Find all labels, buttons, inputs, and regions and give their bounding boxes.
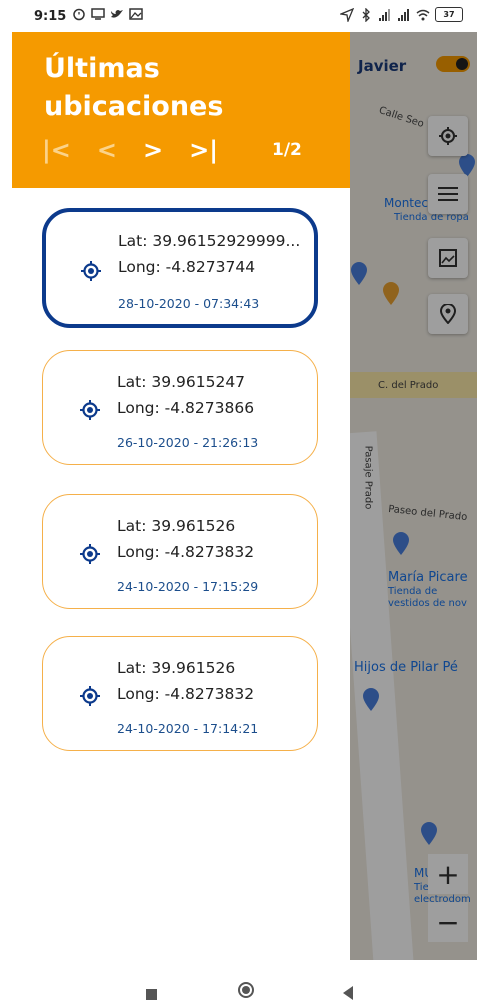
status-time: 9:15 — [34, 9, 67, 24]
back-button[interactable] — [343, 986, 353, 1000]
crosshair-icon — [80, 544, 100, 564]
next-page-button[interactable]: > — [143, 136, 163, 164]
drawer-scrim[interactable] — [350, 32, 477, 960]
latitude-text: Lat: 39.96152929999... — [118, 232, 301, 250]
alarm-icon — [73, 8, 85, 21]
image-icon — [129, 8, 143, 20]
location-arrow-icon — [340, 7, 354, 22]
timestamp-text: 24-10-2020 - 17:15:29 — [117, 579, 259, 594]
battery-icon: 37 — [435, 7, 463, 22]
previous-page-button[interactable]: < — [97, 136, 117, 164]
page-indicator: 1/2 — [272, 140, 302, 160]
drawer-header: Últimas ubicaciones |< < > >| 1/2 — [12, 32, 350, 188]
notification-icons — [72, 7, 143, 21]
location-card[interactable]: Lat: 39.96152929999... Long: -4.8273744 … — [42, 208, 318, 328]
status-bar: 9:15 37 — [0, 0, 477, 32]
signal-icon — [379, 8, 390, 21]
longitude-text: Long: -4.8273866 — [117, 399, 255, 417]
crosshair-icon — [81, 261, 101, 281]
pager: |< < > >| — [42, 136, 244, 164]
system-icons: 37 — [340, 7, 463, 22]
location-card[interactable]: Lat: 39.961526 Long: -4.8273832 24-10-20… — [42, 636, 318, 751]
longitude-text: Long: -4.8273832 — [117, 685, 255, 703]
first-page-button[interactable]: |< — [42, 136, 71, 164]
locations-drawer: Últimas ubicaciones |< < > >| 1/2 Lat: 3… — [12, 32, 350, 960]
longitude-text: Long: -4.8273832 — [117, 543, 255, 561]
timestamp-text: 26-10-2020 - 21:26:13 — [117, 435, 259, 450]
latitude-text: Lat: 39.961526 — [117, 517, 236, 535]
crosshair-icon — [80, 686, 100, 706]
drawer-title: Últimas ubicaciones — [44, 53, 224, 122]
crosshair-icon — [80, 400, 100, 420]
recents-button[interactable] — [146, 989, 157, 1000]
navigation-bar — [0, 960, 477, 1002]
timestamp-text: 24-10-2020 - 17:14:21 — [117, 721, 259, 736]
home-button[interactable] — [238, 982, 254, 998]
longitude-text: Long: -4.8273744 — [118, 258, 256, 276]
latitude-text: Lat: 39.9615247 — [117, 373, 246, 391]
location-card[interactable]: Lat: 39.9615247 Long: -4.8273866 26-10-2… — [42, 350, 318, 465]
location-card[interactable]: Lat: 39.961526 Long: -4.8273832 24-10-20… — [42, 494, 318, 609]
bluetooth-icon — [362, 7, 370, 22]
latitude-text: Lat: 39.961526 — [117, 659, 236, 677]
screen-icon — [91, 8, 105, 20]
last-page-button[interactable]: >| — [189, 136, 218, 164]
wifi-icon — [416, 9, 430, 20]
twitter-icon — [111, 10, 123, 18]
timestamp-text: 28-10-2020 - 07:34:43 — [118, 296, 260, 311]
signal-2-icon — [398, 8, 409, 21]
